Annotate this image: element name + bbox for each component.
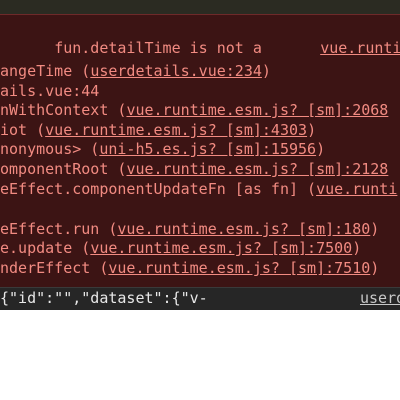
log-message-text: {"id":"","dataset":{"v- bbox=[0, 289, 208, 307]
stack-frame-tail: ) bbox=[352, 239, 362, 257]
stack-frame-function: angeTime ( bbox=[0, 62, 91, 80]
stack-frame: omponentRoot (vue.runtime.esm.js? [sm]:2… bbox=[0, 160, 388, 178]
stack-frame-tail: ) bbox=[307, 121, 317, 139]
blank-page-area bbox=[0, 310, 400, 400]
stack-frame-function: nWithContext ( bbox=[0, 101, 127, 119]
stack-frame-source-link[interactable]: vue.runtime.esm.js? [sm]:2128 bbox=[126, 160, 388, 178]
stack-frame-tail: ) bbox=[261, 62, 271, 80]
stack-frame: nonymous> (uni-h5.es.js? [sm]:15956) bbox=[0, 140, 325, 158]
error-source-link[interactable]: vue.runtime.es bbox=[320, 39, 400, 57]
stack-frame: eEffect.componentUpdateFn [as fn] (vue.r… bbox=[0, 180, 397, 198]
stack-frame-source-link[interactable]: vue.runtime.esm.js? [sm]:7510 bbox=[108, 259, 370, 277]
devtools-console: fun.detailTime is not a vue.runtime.es a… bbox=[0, 0, 400, 310]
stack-frame-function: e.update ( bbox=[0, 239, 91, 257]
stack-frame-function: nonymous> ( bbox=[0, 140, 100, 158]
stack-frame-function: omponentRoot ( bbox=[0, 160, 127, 178]
stack-frame: iot (vue.runtime.esm.js? [sm]:4303) bbox=[0, 121, 316, 139]
stack-frame-source-link[interactable]: vue.runtime.esm.js? [sm]:7500 bbox=[90, 239, 352, 257]
stack-frame: ails.vue:44 bbox=[0, 82, 99, 100]
stack-frame-tail: ) bbox=[316, 140, 326, 158]
stack-frame-source-link[interactable]: vue.runti bbox=[316, 180, 397, 198]
error-message-text: fun.detailTime is not a bbox=[54, 39, 262, 57]
stack-frame-function: ails.vue:44 bbox=[0, 82, 100, 100]
stack-frame: eEffect.run (vue.runtime.esm.js? [sm]:18… bbox=[0, 220, 379, 238]
stack-frame: nWithContext (vue.runtime.esm.js? [sm]:2… bbox=[0, 101, 388, 119]
stack-frame-source-link[interactable]: vue.runtime.esm.js? [sm]:4303 bbox=[45, 121, 307, 139]
stack-frame-function: nderEffect ( bbox=[0, 259, 109, 277]
stack-frame-function: iot ( bbox=[0, 121, 46, 139]
stack-frame-source-link[interactable]: vue.runtime.esm.js? [sm]:180 bbox=[117, 220, 370, 238]
log-source-link[interactable]: userd bbox=[360, 289, 400, 307]
stack-frame: e.update (vue.runtime.esm.js? [sm]:7500) bbox=[0, 239, 361, 257]
stack-frame-source-link[interactable]: vue.runtime.esm.js? [sm]:2068 bbox=[126, 101, 388, 119]
stack-frame: nderEffect (vue.runtime.esm.js? [sm]:751… bbox=[0, 259, 379, 277]
console-top-bar bbox=[0, 0, 400, 14]
stack-frame-function: eEffect.run ( bbox=[0, 220, 118, 238]
stack-frame-tail: ) bbox=[370, 220, 380, 238]
stack-frame-tail: ) bbox=[370, 259, 380, 277]
error-message-source-line: vue.runtime.es bbox=[266, 21, 400, 75]
stack-frame-source-link[interactable]: userdetails.vue:234 bbox=[90, 62, 262, 80]
stack-frame-source-link[interactable]: uni-h5.es.js? [sm]:15956 bbox=[99, 140, 316, 158]
console-log-row: {"id":"","dataset":{"v- userd bbox=[0, 287, 400, 310]
stack-frame-function: eEffect.componentUpdateFn [as fn] ( bbox=[0, 180, 317, 198]
stack-frame: angeTime (userdetails.vue:234) bbox=[0, 62, 271, 80]
error-message-block: fun.detailTime is not a vue.runtime.es a… bbox=[0, 14, 400, 288]
